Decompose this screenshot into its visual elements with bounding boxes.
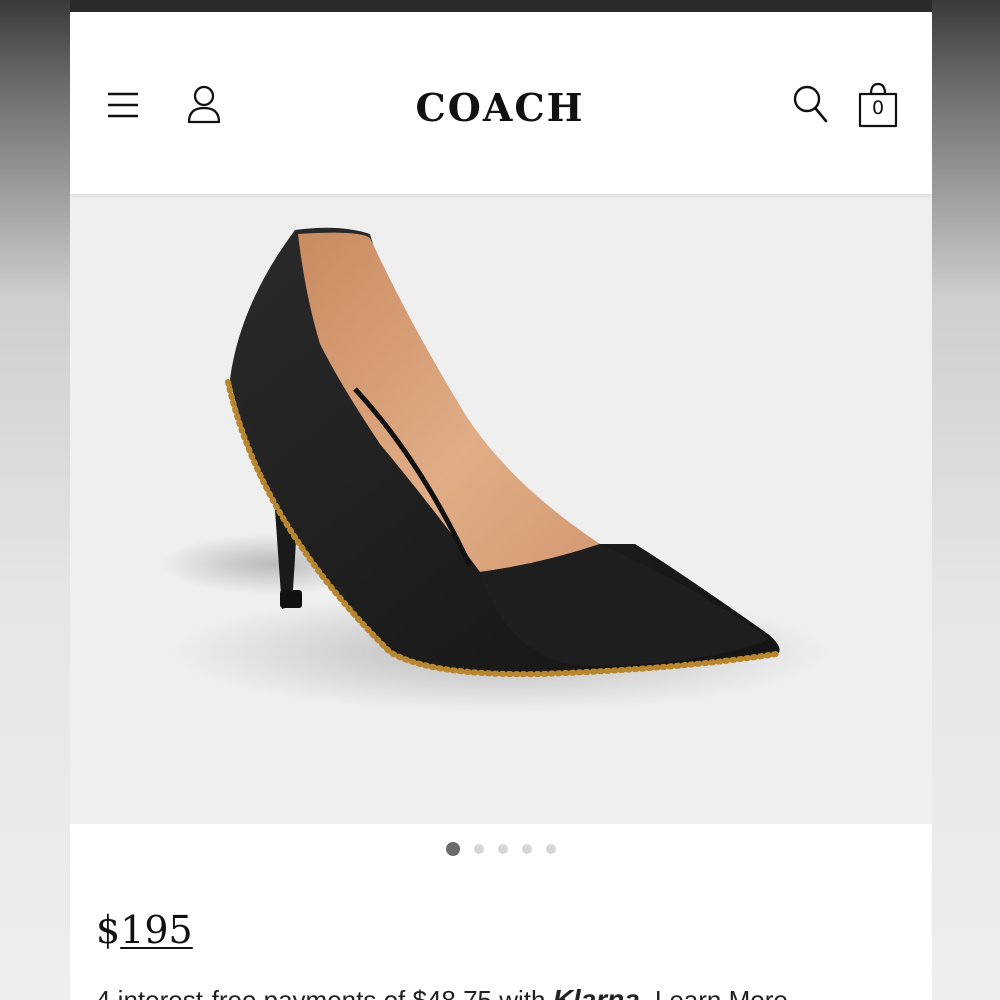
bag-count: 0 bbox=[871, 97, 885, 119]
installment-info: 4 interest-free payments of $48.75 with … bbox=[96, 984, 788, 1000]
search-icon[interactable] bbox=[790, 82, 830, 126]
phone-screen: COACH 0 $195 4 interest-free payments of… bbox=[70, 0, 932, 1000]
coach-logo[interactable]: COACH bbox=[350, 84, 650, 132]
site-header: COACH 0 bbox=[70, 12, 932, 194]
menu-icon[interactable] bbox=[104, 88, 144, 124]
gallery-dot-3[interactable] bbox=[498, 843, 508, 854]
klarna-logo: Klarna. bbox=[552, 984, 648, 1000]
price-amount: 195 bbox=[120, 908, 193, 952]
product-price: $195 bbox=[96, 908, 193, 952]
gallery-dot-1[interactable] bbox=[446, 841, 460, 856]
price-currency: $ bbox=[96, 908, 121, 952]
status-bar bbox=[70, 0, 932, 12]
gallery-dot-2[interactable] bbox=[474, 843, 484, 854]
learn-more-link[interactable]: Learn More bbox=[655, 985, 788, 1000]
gallery-dot-5[interactable] bbox=[546, 843, 556, 854]
installment-text: 4 interest-free payments of $48.75 with bbox=[96, 985, 546, 1000]
account-icon[interactable] bbox=[184, 82, 224, 126]
shopping-bag-icon[interactable]: 0 bbox=[856, 82, 900, 130]
gallery-dot-4[interactable] bbox=[522, 843, 532, 854]
product-image[interactable] bbox=[70, 194, 932, 824]
gallery-pagination bbox=[70, 840, 932, 860]
